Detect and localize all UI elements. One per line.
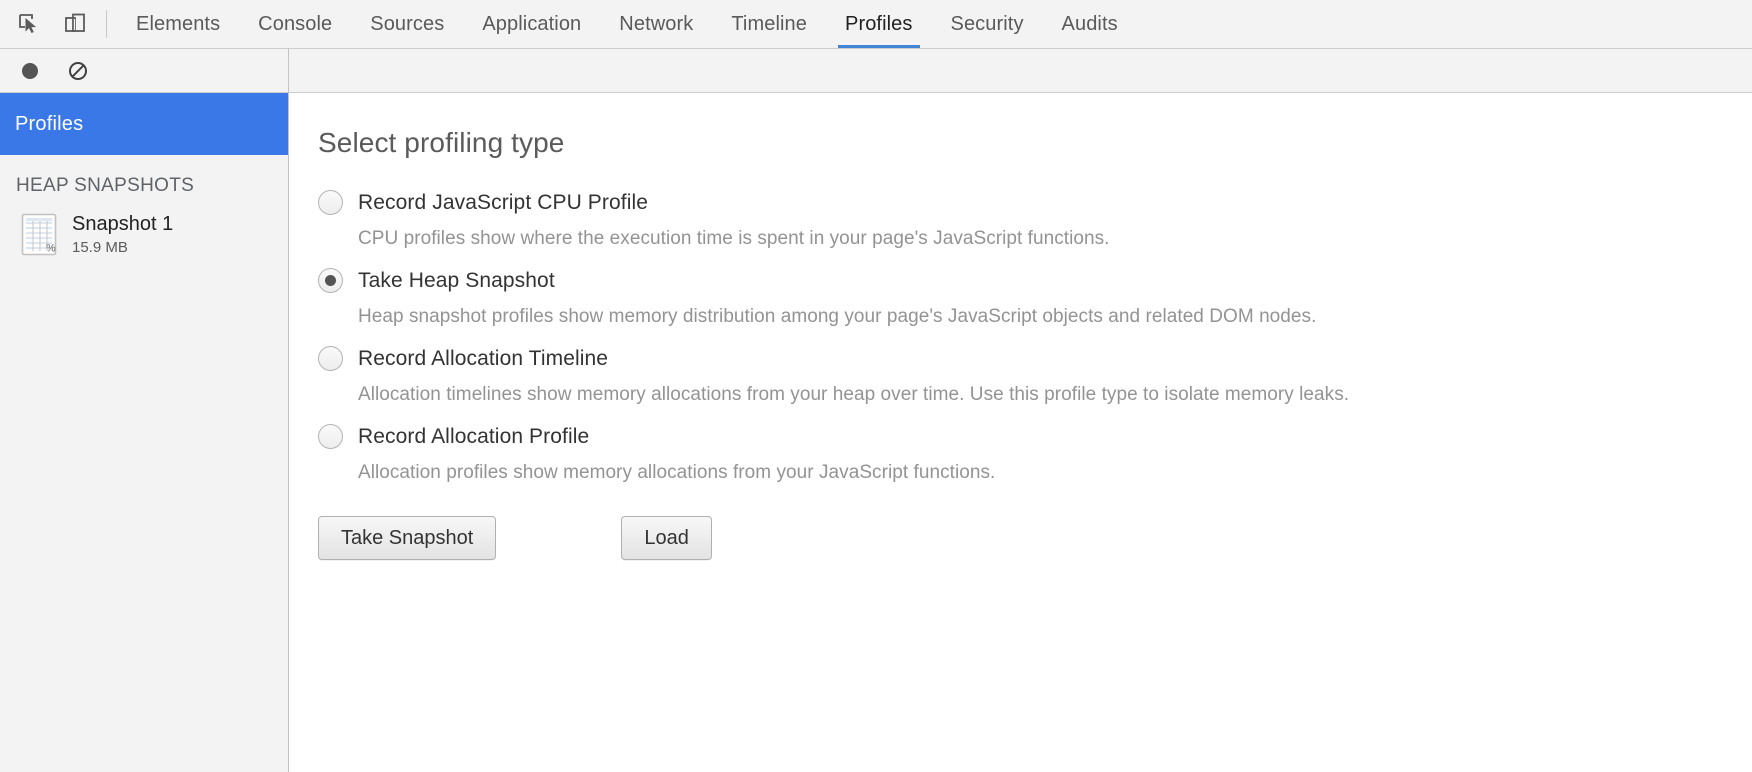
- radio-allocation-profile[interactable]: [318, 424, 343, 449]
- tab-label: Security: [950, 12, 1024, 35]
- take-snapshot-button[interactable]: Take Snapshot: [318, 516, 497, 560]
- record-circle-icon[interactable]: [17, 58, 43, 84]
- page-title: Select profiling type: [318, 127, 565, 158]
- tab-label: Timeline: [731, 12, 807, 35]
- tab-label: Sources: [370, 12, 445, 35]
- snapshot-meta: Snapshot 1 15.9 MB: [72, 210, 173, 258]
- devtools-tabbar: Elements Console Sources Application Net…: [0, 0, 1752, 49]
- sidebar-section-heap-snapshots: HEAP SNAPSHOTS: [16, 175, 195, 196]
- radio-row-allocation-timeline[interactable]: Record Allocation Timeline: [318, 346, 1722, 371]
- inspect-cursor-icon[interactable]: [14, 9, 44, 39]
- launcher-buttons: Take Snapshot Load: [318, 516, 1722, 560]
- tab-elements[interactable]: Elements: [117, 0, 239, 48]
- tab-audits[interactable]: Audits: [1043, 0, 1137, 48]
- profiles-body: Profiles HEAP SNAPSHOTS % Snapshot 1 15.…: [0, 93, 1752, 772]
- profiles-toolbar-filler: [289, 49, 1752, 92]
- option-label: Take Heap Snapshot: [358, 268, 555, 292]
- sidebar-item-profiles[interactable]: Profiles: [0, 93, 288, 155]
- tab-console[interactable]: Console: [239, 0, 351, 48]
- tab-application[interactable]: Application: [463, 0, 600, 48]
- tab-timeline[interactable]: Timeline: [712, 0, 826, 48]
- option-description: CPU profiles show where the execution ti…: [358, 228, 1110, 249]
- option-label: Record JavaScript CPU Profile: [358, 190, 648, 214]
- tab-sources[interactable]: Sources: [351, 0, 463, 48]
- list-item[interactable]: % Snapshot 1 15.9 MB: [0, 206, 288, 262]
- tab-label: Elements: [136, 12, 221, 35]
- tabbar-divider: [106, 10, 107, 38]
- sidebar-header-label: Profiles: [15, 112, 84, 135]
- devtools-window: Elements Console Sources Application Net…: [0, 0, 1752, 772]
- option-description: Allocation profiles show memory allocati…: [358, 462, 996, 483]
- tab-profiles[interactable]: Profiles: [826, 0, 932, 48]
- tab-label: Audits: [1061, 12, 1118, 35]
- tab-label: Network: [619, 12, 694, 35]
- svg-text:%: %: [46, 243, 56, 255]
- radio-cpu-profile[interactable]: [318, 190, 343, 215]
- radio-row-cpu-profile[interactable]: Record JavaScript CPU Profile: [318, 190, 1722, 215]
- tabbar-tools: [0, 0, 98, 48]
- radio-allocation-timeline[interactable]: [318, 346, 343, 371]
- tab-network[interactable]: Network: [600, 0, 712, 48]
- profile-option-cpu: Record JavaScript CPU Profile CPU profil…: [318, 190, 1722, 250]
- profiles-toolbar-actions: [0, 49, 289, 92]
- profile-option-allocation-timeline: Record Allocation Timeline Allocation ti…: [318, 346, 1722, 406]
- panel-tabs: Elements Console Sources Application Net…: [117, 0, 1137, 48]
- radio-heap-snapshot[interactable]: [318, 268, 343, 293]
- option-description: Heap snapshot profiles show memory distr…: [358, 306, 1317, 327]
- device-toolbar-icon[interactable]: [60, 9, 90, 39]
- profile-option-allocation-profile: Record Allocation Profile Allocation pro…: [318, 424, 1722, 484]
- snapshot-title: Snapshot 1: [72, 213, 174, 235]
- radio-row-allocation-profile[interactable]: Record Allocation Profile: [318, 424, 1722, 449]
- heap-snapshot-grid-icon: %: [20, 212, 58, 257]
- option-label: Record Allocation Profile: [358, 424, 590, 448]
- profiles-sidebar: Profiles HEAP SNAPSHOTS % Snapshot 1 15.…: [0, 93, 289, 772]
- snapshot-size: 15.9 MB: [72, 239, 128, 256]
- tab-label: Application: [482, 12, 582, 35]
- option-label: Record Allocation Timeline: [358, 346, 609, 370]
- tab-label: Profiles: [845, 12, 913, 35]
- profile-option-heap-snapshot: Take Heap Snapshot Heap snapshot profile…: [318, 268, 1722, 328]
- profile-launcher-inner: Select profiling type Record JavaScript …: [289, 93, 1752, 560]
- tab-label: Console: [258, 12, 333, 35]
- profiles-toolbar: [0, 49, 1752, 93]
- radio-row-heap-snapshot[interactable]: Take Heap Snapshot: [318, 268, 1722, 293]
- clear-no-entry-icon[interactable]: [65, 58, 91, 84]
- option-description: Allocation timelines show memory allocat…: [358, 384, 1350, 405]
- load-button[interactable]: Load: [621, 516, 712, 560]
- profile-launcher-view: Select profiling type Record JavaScript …: [289, 93, 1752, 772]
- tab-security[interactable]: Security: [932, 0, 1043, 48]
